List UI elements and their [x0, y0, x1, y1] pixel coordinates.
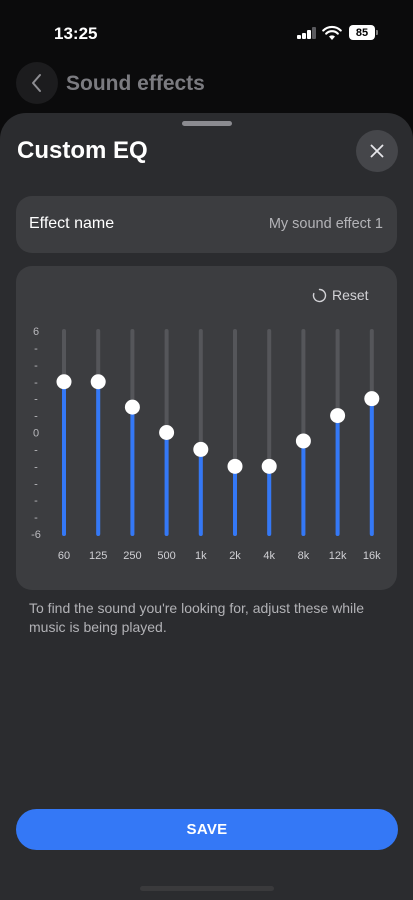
eq-band-label-1k: 1k: [195, 550, 207, 562]
eq-band-label-60: 60: [58, 550, 70, 562]
eq-slider-knob-125[interactable]: [90, 374, 106, 390]
eq-band-label-2k: 2k: [229, 550, 241, 562]
y-tick-minor: -: [34, 512, 38, 524]
y-tick-minor: -: [34, 343, 38, 355]
equalizer-panel: Reset 6- - - - -0- - - - - -6 60 125 250 500 1k 2k 4k 8k 1…: [16, 266, 397, 590]
close-icon: [370, 144, 384, 158]
eq-slider-knob-16k[interactable]: [364, 391, 380, 407]
y-tick-minor: -: [34, 360, 38, 372]
y-tick-minor: -: [34, 478, 38, 490]
chevron-left-icon: [32, 74, 41, 92]
y-tick-label-bottom: -6: [31, 529, 41, 541]
eq-band-label-250: 250: [123, 550, 141, 562]
eq-band-label-4k: 4k: [263, 550, 275, 562]
eq-slider-knob-2k[interactable]: [227, 458, 243, 474]
home-indicator: [140, 886, 274, 891]
y-tick-label-zero: 0: [33, 428, 39, 440]
eq-slider-knob-4k[interactable]: [261, 458, 277, 474]
y-tick-minor: -: [34, 461, 38, 473]
eq-slider-knob-250[interactable]: [124, 399, 140, 415]
eq-slider-knob-12k[interactable]: [330, 408, 346, 424]
eq-slider-knob-8k[interactable]: [295, 433, 311, 449]
eq-slider-knob-1k[interactable]: [193, 441, 209, 457]
status-bar: 13:25 85: [0, 0, 413, 64]
status-time: 13:25: [54, 24, 98, 43]
close-button[interactable]: [356, 130, 398, 172]
sheet-grabber[interactable]: [182, 121, 232, 126]
effect-name-value: My sound effect 1: [268, 216, 383, 232]
save-button[interactable]: SAVE: [16, 809, 398, 850]
eq-band-label-12k: 12k: [329, 550, 347, 562]
background-header: Sound effects: [0, 62, 413, 108]
y-tick-minor: -: [34, 411, 38, 423]
eq-band-label-8k: 8k: [298, 550, 310, 562]
eq-slider-knob-500[interactable]: [159, 425, 175, 440]
eq-band-label-500: 500: [157, 550, 175, 562]
eq-slider-knob-60[interactable]: [56, 374, 72, 390]
equalizer-chart: 6 - - - - - 0 - - - - - -6 60 125 250 500 1k 2k 4k 8k 12k 16k: [31, 326, 381, 562]
sheet-title: Custom EQ: [17, 137, 148, 164]
y-tick-minor: -: [34, 394, 38, 406]
back-button[interactable]: [16, 62, 58, 104]
effect-name-row[interactable]: Effect name My sound effect 1: [16, 196, 397, 253]
y-tick-minor: -: [34, 377, 38, 389]
y-tick-label-top: 6: [33, 326, 39, 338]
eq-band-label-16k: 16k: [363, 550, 381, 562]
custom-eq-sheet: Custom EQ Effect name My sound effect 1 …: [0, 113, 413, 900]
battery-indicator: 85: [349, 25, 378, 40]
cellular-signal-icon: [297, 27, 317, 39]
hint-text: To find the sound you're looking for, ad…: [29, 600, 364, 635]
effect-name-label: Effect name: [29, 215, 115, 232]
wifi-icon: [322, 25, 342, 40]
y-tick-minor: -: [34, 444, 38, 456]
y-tick-minor: -: [34, 495, 38, 507]
background-title: Sound effects: [66, 72, 205, 95]
eq-band-label-125: 125: [89, 550, 107, 562]
